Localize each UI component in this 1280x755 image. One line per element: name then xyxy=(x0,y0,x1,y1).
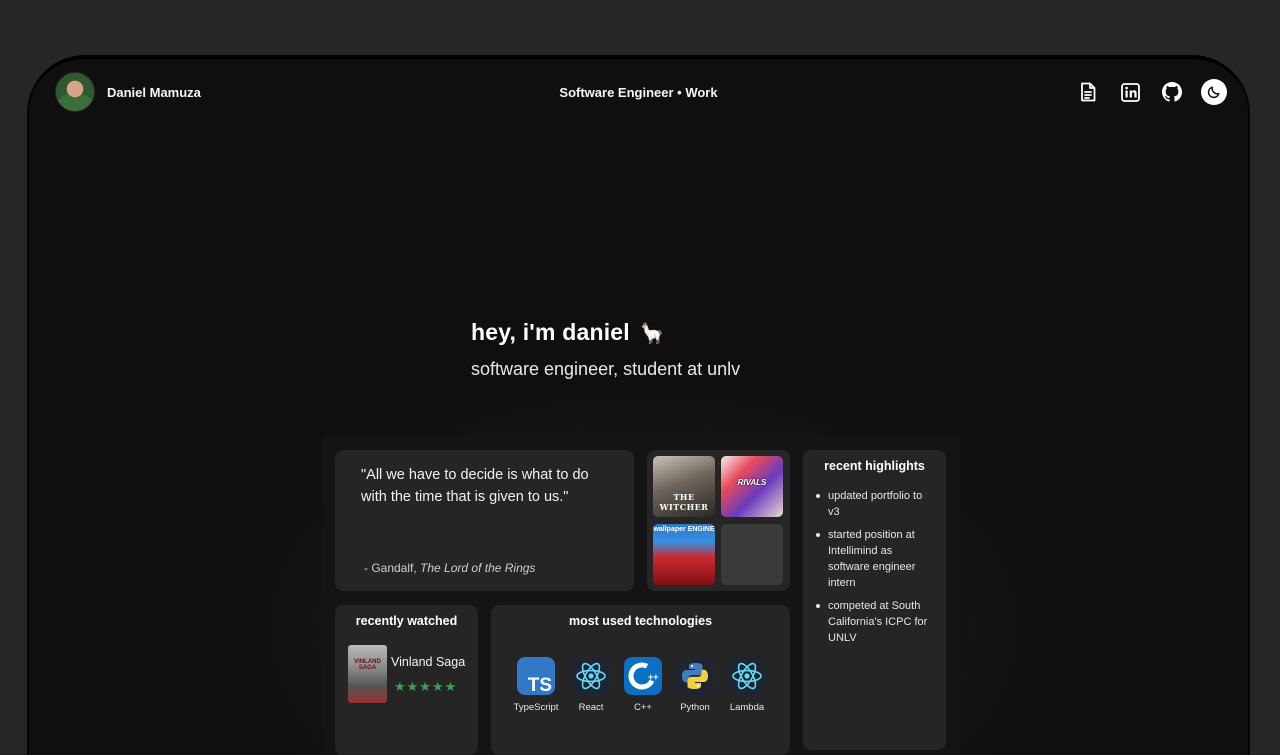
linkedin-icon[interactable] xyxy=(1119,81,1141,103)
tech-item-react: React xyxy=(566,657,616,713)
highlights-card: recent highlights updated portfolio to v… xyxy=(803,450,946,750)
highlights-title: recent highlights xyxy=(824,459,925,473)
show-title: Vinland Saga xyxy=(391,655,466,669)
react-icon xyxy=(728,657,766,695)
list-item: updated portfolio to v3 xyxy=(815,488,935,520)
quote-author: - Gandalf, The Lord of the Rings xyxy=(364,561,535,575)
game-tile-witcher[interactable]: THE WITCHER xyxy=(653,456,715,517)
python-icon xyxy=(676,657,714,695)
recently-watched-card: recently watched VINLAND SAGA Vinland Sa… xyxy=(335,605,478,755)
game-tile-label: RIVALS xyxy=(737,478,767,487)
typescript-icon: TS xyxy=(517,657,555,695)
star-rating: ★★★★★ xyxy=(394,679,458,694)
hero-tagline: software engineer, student at unlv xyxy=(471,359,741,379)
page-subtitle: Software Engineer • Work xyxy=(559,85,718,100)
theme-toggle-moon-icon[interactable] xyxy=(1201,79,1227,105)
show-poster[interactable]: VINLAND SAGA xyxy=(348,645,387,703)
game-tile-label: THE WITCHER xyxy=(659,492,709,512)
quote-card: "All we have to decide is what to do wit… xyxy=(335,450,634,591)
highlights-list: updated portfolio to v3 started position… xyxy=(815,488,935,653)
tech-label: TypeScript xyxy=(513,702,559,713)
poster-text: VINLAND SAGA xyxy=(354,659,381,671)
github-icon[interactable] xyxy=(1161,81,1183,103)
technologies-card: most used technologies TS TypeScript Rea… xyxy=(491,605,790,755)
top-navbar: Daniel Mamuza Software Engineer • Work xyxy=(29,59,1248,131)
game-tile-wallpaper-engine[interactable]: wallpaper ENGINE xyxy=(653,524,715,585)
quote-text: "All we have to decide is what to do wit… xyxy=(361,467,589,505)
game-tile-label: wallpaper ENGINE xyxy=(653,526,715,533)
hero-section: hey, i'm daniel 🦙 software engineer, stud… xyxy=(471,319,740,380)
cpp-icon: ++ xyxy=(624,657,662,695)
quote-author-name: - Gandalf, xyxy=(364,561,421,575)
greeting-text: hey, i'm daniel xyxy=(471,319,630,345)
svg-text:++: ++ xyxy=(648,672,659,682)
hero-greeting: hey, i'm daniel 🦙 xyxy=(471,319,740,346)
tech-label: React xyxy=(578,702,604,713)
game-tile-empty xyxy=(721,524,783,585)
quote-source: The Lord of the Rings xyxy=(420,561,536,575)
list-item: competed at South California's ICPC for … xyxy=(815,598,935,646)
list-item: started position at Intellimind as softw… xyxy=(815,527,935,591)
svg-text:TS: TS xyxy=(528,675,552,695)
technologies-title: most used technologies xyxy=(568,614,713,628)
react-icon xyxy=(572,657,610,695)
portfolio-window: Daniel Mamuza Software Engineer • Work h… xyxy=(27,55,1250,755)
llama-icon: 🦙 xyxy=(639,323,665,345)
tech-label: Python xyxy=(680,702,710,713)
games-card: THE WITCHER RIVALS wallpaper ENGINE xyxy=(647,450,790,591)
tech-item-python: Python xyxy=(670,657,720,713)
tech-item-typescript: TS TypeScript xyxy=(511,657,561,713)
recently-watched-title: recently watched xyxy=(355,614,458,628)
resume-document-icon[interactable] xyxy=(1077,81,1099,103)
tech-item-lambda: Lambda xyxy=(722,657,772,713)
game-tile-rivals[interactable]: RIVALS xyxy=(721,456,783,517)
tech-item-cpp: ++ C++ xyxy=(618,657,668,713)
tech-label: Lambda xyxy=(729,702,765,713)
bento-grid: "All we have to decide is what to do wit… xyxy=(322,436,960,755)
tech-label: C++ xyxy=(634,702,652,713)
